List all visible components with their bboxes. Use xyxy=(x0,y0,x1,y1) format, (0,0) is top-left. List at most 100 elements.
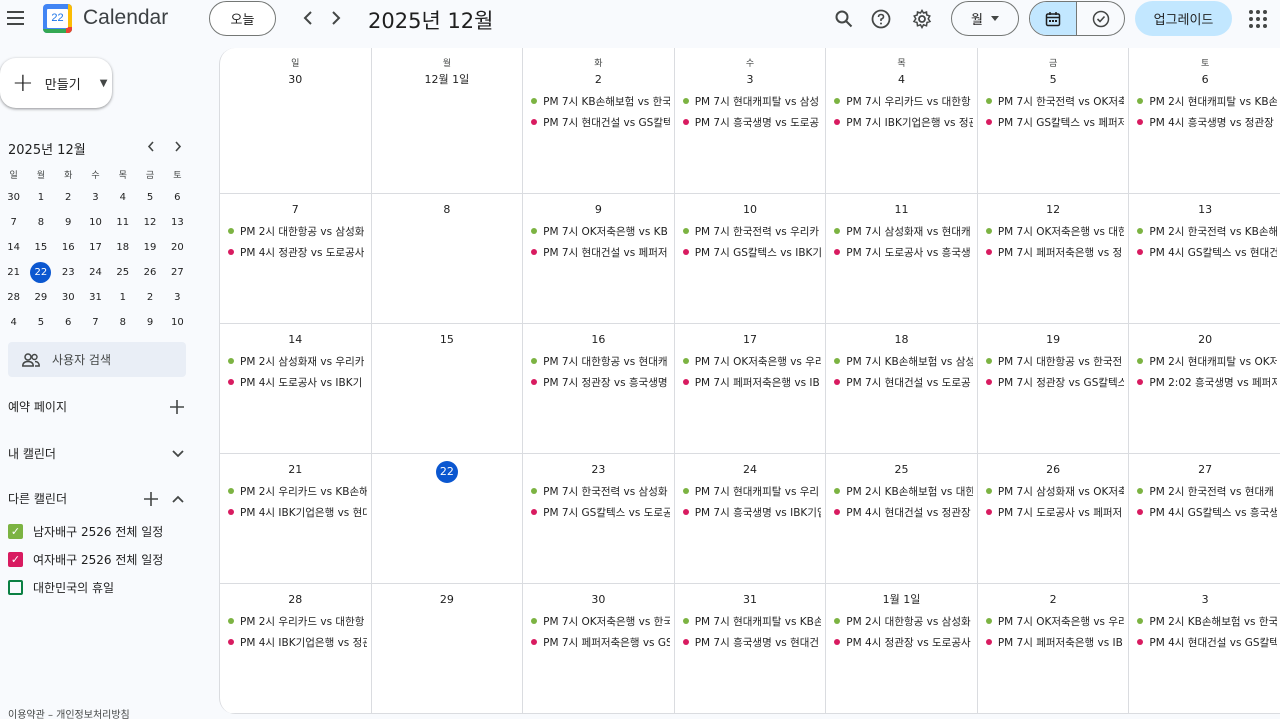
checkbox-checked[interactable]: ✓ xyxy=(8,552,23,567)
day-cell[interactable]: 20 PM 2시 현대캐피탈 vs OK저 PM 2:02 흥국생명 vs 페퍼저 xyxy=(1129,324,1280,453)
calendar-event[interactable]: PM 7시 페퍼저축은행 vs 정 xyxy=(985,243,1125,261)
day-cell[interactable]: 금 5 PM 7시 한국전력 vs OK저축 PM 7시 GS칼텍스 vs 페퍼저 xyxy=(978,48,1130,193)
today-button[interactable]: 오늘 xyxy=(209,1,276,36)
day-cell[interactable]: 수 3 PM 7시 현대캐피탈 vs 삼성 PM 7시 흥국생명 vs 도로공 xyxy=(675,48,827,193)
calendar-event[interactable]: PM 7시 GS칼텍스 vs 도로공 xyxy=(531,503,670,521)
day-number[interactable]: 10 xyxy=(675,202,826,218)
mini-day[interactable]: 29 xyxy=(27,285,54,310)
mini-day[interactable]: 6 xyxy=(55,310,82,335)
mini-day[interactable]: 9 xyxy=(136,310,163,335)
mini-day[interactable]: 14 xyxy=(0,235,27,260)
plus-icon[interactable] xyxy=(144,491,158,506)
calendar-event[interactable]: PM 2시 대한항공 vs 삼성화 xyxy=(228,222,367,240)
mini-day[interactable]: 4 xyxy=(109,185,136,210)
people-search-input[interactable]: 사용자 검색 xyxy=(8,342,186,377)
calendar-event[interactable]: PM 7시 한국전력 vs 삼성화 xyxy=(531,482,670,500)
day-cell[interactable]: 7 PM 2시 대한항공 vs 삼성화 PM 4시 정관장 vs 도로공사 xyxy=(220,194,372,323)
calendar-event[interactable]: PM 4시 정관장 vs 도로공사 xyxy=(228,243,367,261)
day-number[interactable]: 12월 1일 xyxy=(372,72,523,88)
mini-day[interactable]: 9 xyxy=(55,210,82,235)
mini-day[interactable]: 8 xyxy=(27,210,54,235)
day-cell[interactable]: 13 PM 2시 한국전력 vs KB손해 PM 4시 GS칼텍스 vs 현대건 xyxy=(1129,194,1280,323)
mini-day[interactable]: 20 xyxy=(164,235,191,260)
day-number[interactable]: 17 xyxy=(675,332,826,348)
mini-day[interactable]: 26 xyxy=(136,260,163,285)
mini-day[interactable]: 11 xyxy=(109,210,136,235)
mini-day[interactable]: 1 xyxy=(109,285,136,310)
chevron-down-icon[interactable] xyxy=(172,449,184,458)
google-apps-icon[interactable] xyxy=(1249,10,1267,28)
day-number[interactable]: 21 xyxy=(220,462,371,478)
day-cell[interactable]: 27 PM 2시 한국전력 vs 현대캐 PM 4시 GS칼텍스 vs 흥국생 xyxy=(1129,454,1280,583)
day-number[interactable]: 19 xyxy=(978,332,1129,348)
calendar-event[interactable]: PM 7시 IBK기업은행 vs 정관 xyxy=(834,113,973,131)
calendar-event[interactable]: PM 4시 도로공사 vs IBK기 xyxy=(228,373,367,391)
mini-day[interactable]: 5 xyxy=(27,310,54,335)
mini-day[interactable]: 13 xyxy=(164,210,191,235)
mini-day[interactable]: 21 xyxy=(0,260,27,285)
day-cell[interactable]: 일 30 xyxy=(220,48,372,193)
mini-day[interactable]: 25 xyxy=(109,260,136,285)
day-number[interactable]: 30 xyxy=(523,592,674,608)
mini-day[interactable]: 3 xyxy=(164,285,191,310)
day-number[interactable]: 29 xyxy=(372,592,523,608)
mini-day[interactable]: 28 xyxy=(0,285,27,310)
mini-day[interactable]: 17 xyxy=(82,235,109,260)
calendar-event[interactable]: PM 2시 KB손해보험 vs 대한 xyxy=(834,482,973,500)
calendar-event[interactable]: PM 7시 OK저축은행 vs 우리 xyxy=(682,352,821,370)
day-number[interactable]: 23 xyxy=(523,462,674,478)
day-cell[interactable]: 24 PM 7시 현대캐피탈 vs 우리 PM 7시 흥국생명 vs IBK기업 xyxy=(675,454,827,583)
day-number[interactable]: 24 xyxy=(675,462,826,478)
calendar-event[interactable]: PM 7시 정관장 vs GS칼텍스 xyxy=(985,373,1124,391)
mini-day[interactable]: 27 xyxy=(164,260,191,285)
mini-prev-button[interactable] xyxy=(142,140,160,156)
calendar-event[interactable]: PM 2:02 흥국생명 vs 페퍼저 xyxy=(1137,373,1277,391)
day-number[interactable]: 5 xyxy=(978,72,1129,88)
mini-day[interactable]: 2 xyxy=(136,285,163,310)
day-number[interactable]: 12 xyxy=(978,202,1129,218)
calendar-event[interactable]: PM 7시 우리카드 vs 대한항 xyxy=(834,92,973,110)
day-cell[interactable]: 목 4 PM 7시 우리카드 vs 대한항 PM 7시 IBK기업은행 vs 정관 xyxy=(826,48,978,193)
day-number[interactable]: 2 xyxy=(523,72,674,88)
calendar-event[interactable]: PM 7시 정관장 vs 흥국생명 xyxy=(531,373,670,391)
mini-day-today[interactable]: 22 xyxy=(27,260,54,285)
day-number[interactable]: 11 xyxy=(826,202,977,218)
day-cell[interactable]: 15 xyxy=(372,324,524,453)
calendar-event[interactable]: PM 4시 IBK기업은행 vs 현대 xyxy=(228,503,367,521)
day-number[interactable]: 2 xyxy=(978,592,1129,608)
day-cell[interactable]: 26 PM 7시 삼성화재 vs OK저축 PM 7시 도로공사 vs 페퍼저 xyxy=(978,454,1130,583)
day-cell[interactable]: 화 2 PM 7시 KB손해보험 vs 한국 PM 7시 현대건설 vs GS칼텍 xyxy=(523,48,675,193)
calendar-logo-icon[interactable]: 22 xyxy=(43,4,72,33)
calendar-event[interactable]: PM 2시 한국전력 vs KB손해 xyxy=(1137,222,1277,240)
mini-day[interactable]: 18 xyxy=(109,235,136,260)
day-number[interactable]: 1월 1일 xyxy=(826,592,977,608)
calendar-event[interactable]: PM 2시 우리카드 vs KB손해 xyxy=(228,482,367,500)
other-calendars-section[interactable]: 다른 캘린더 xyxy=(8,490,184,507)
day-cell[interactable]: 22 xyxy=(372,454,524,583)
day-cell[interactable]: 28 PM 2시 우리카드 vs 대한항 PM 4시 IBK기업은행 vs 정관 xyxy=(220,584,372,713)
mini-day[interactable]: 3 xyxy=(82,185,109,210)
day-cell[interactable]: 19 PM 7시 대한항공 vs 한국전 PM 7시 정관장 vs GS칼텍스 xyxy=(978,324,1130,453)
day-number[interactable]: 28 xyxy=(220,592,371,608)
calendar-event[interactable]: PM 2시 KB손해보험 vs 한국 xyxy=(1137,612,1277,630)
day-number[interactable]: 31 xyxy=(675,592,826,608)
calendar-event[interactable]: PM 7시 OK저축은행 vs 한국 xyxy=(531,612,670,630)
day-number[interactable]: 3 xyxy=(675,72,826,88)
mini-day[interactable]: 19 xyxy=(136,235,163,260)
day-number[interactable]: 15 xyxy=(372,332,523,348)
day-cell[interactable]: 23 PM 7시 한국전력 vs 삼성화 PM 7시 GS칼텍스 vs 도로공 xyxy=(523,454,675,583)
calendar-item-women-volleyball[interactable]: ✓ 여자배구 2526 전체 일정 xyxy=(8,551,163,568)
mini-day[interactable]: 31 xyxy=(82,285,109,310)
calendar-event[interactable]: PM 7시 현대캐피탈 vs 삼성 xyxy=(682,92,822,110)
day-cell[interactable]: 14 PM 2시 삼성화재 vs 우리카 PM 4시 도로공사 vs IBK기 xyxy=(220,324,372,453)
mini-day[interactable]: 16 xyxy=(55,235,82,260)
calendar-event[interactable]: PM 7시 한국전력 vs OK저축 xyxy=(985,92,1124,110)
day-number[interactable]: 9 xyxy=(523,202,674,218)
checkbox-unchecked[interactable] xyxy=(8,580,23,595)
day-number[interactable]: 14 xyxy=(220,332,371,348)
calendar-event[interactable]: PM 7시 대한항공 vs 현대캐 xyxy=(531,352,670,370)
day-cell[interactable]: 12 PM 7시 OK저축은행 vs 대한 PM 7시 페퍼저축은행 vs 정 xyxy=(978,194,1130,323)
create-button[interactable]: + 만들기 ▼ xyxy=(0,58,112,108)
search-button[interactable] xyxy=(830,5,858,33)
calendar-event[interactable]: PM 4시 GS칼텍스 vs 흥국생 xyxy=(1137,503,1277,521)
